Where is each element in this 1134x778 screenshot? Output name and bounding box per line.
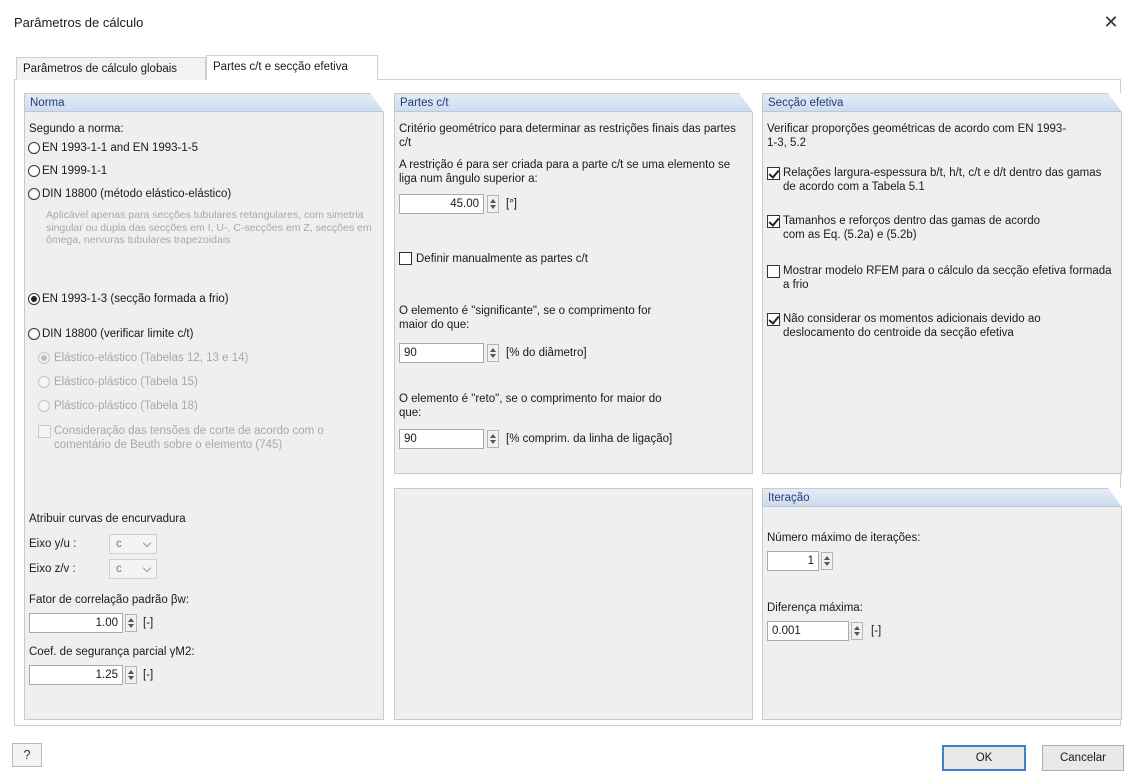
buckling-curves-title: Atribuir curvas de encurvadura bbox=[29, 513, 186, 525]
angle-unit: [°] bbox=[506, 198, 517, 210]
angle-spinner: 45.00 bbox=[399, 194, 501, 214]
checkbox-beuth-shear[interactable] bbox=[38, 425, 51, 438]
radio-din18800-ct-label: DIN 18800 (verificar limite c/t) bbox=[42, 328, 194, 340]
effective-section-header: Secção efetiva bbox=[763, 94, 1121, 112]
checkbox-manual-ct[interactable] bbox=[399, 252, 412, 265]
checkbox-manual-ct-label: Definir manualmente as partes c/t bbox=[416, 253, 588, 265]
angle-input[interactable]: 45.00 bbox=[399, 194, 484, 214]
chevron-down-icon bbox=[142, 538, 152, 548]
title-bar bbox=[0, 0, 1134, 44]
checkbox-show-rfem-model-label: Mostrar modelo RFEM para o cálculo da se… bbox=[783, 265, 1112, 291]
empty-panel bbox=[394, 488, 753, 720]
max-difference-label: Diferença máxima: bbox=[767, 602, 863, 614]
safety-coef-input[interactable]: 1.25 bbox=[29, 665, 123, 685]
safety-coef-label: Coef. de segurança parcial γM2: bbox=[29, 646, 195, 658]
significant-label: O elemento é "significante", se o compri… bbox=[399, 305, 652, 331]
axis-yu-label: Eixo y/u : bbox=[29, 538, 77, 550]
spinner-arrows-icon[interactable] bbox=[821, 552, 833, 570]
max-difference-unit: [-] bbox=[871, 625, 882, 637]
correlation-factor-unit: [-] bbox=[143, 617, 154, 629]
iteration-group: Iteração Número máximo de iterações: 1 D… bbox=[762, 488, 1122, 720]
checkbox-additional-moments-label: Não considerar os momentos adicionais de… bbox=[783, 313, 1041, 339]
effective-section-intro: Verificar proporções geométricas de acor… bbox=[767, 123, 1067, 149]
norma-group: Norma Segundo a norma: EN 1993-1-1 and E… bbox=[24, 93, 384, 720]
window-title: Parâmetros de cálculo bbox=[14, 15, 144, 30]
radio-elastic-plastic[interactable] bbox=[38, 376, 50, 388]
significant-input[interactable]: 90 bbox=[399, 343, 484, 363]
safety-coef-spinner: 1.25 bbox=[29, 665, 139, 685]
checkbox-width-thickness[interactable] bbox=[767, 167, 780, 180]
close-icon[interactable]: ✕ bbox=[1098, 10, 1124, 34]
spinner-arrows-icon[interactable] bbox=[487, 430, 499, 448]
radio-elastic-elastic-label: Elástico-elástico (Tabelas 12, 13 e 14) bbox=[54, 352, 249, 364]
spinner-arrows-icon[interactable] bbox=[851, 622, 863, 640]
checkbox-sizes-stiffeners[interactable] bbox=[767, 215, 780, 228]
radio-en1993-1-1-label: EN 1993-1-1 and EN 1993-1-5 bbox=[42, 142, 198, 154]
straight-unit: [% comprim. da linha de ligação] bbox=[506, 433, 673, 445]
tab-global-parameters[interactable]: Parâmetros de cálculo globais bbox=[16, 57, 206, 81]
spinner-arrows-icon[interactable] bbox=[125, 614, 137, 632]
radio-din18800-elastic[interactable] bbox=[28, 188, 40, 200]
radio-plastic-plastic[interactable] bbox=[38, 400, 50, 412]
straight-input[interactable]: 90 bbox=[399, 429, 484, 449]
radio-en1993-1-1[interactable] bbox=[28, 142, 40, 154]
radio-en1999-1-1-label: EN 1999-1-1 bbox=[42, 165, 108, 177]
help-button[interactable]: ? bbox=[12, 743, 42, 767]
restriction-label: A restrição é para ser criada para a par… bbox=[399, 159, 731, 185]
checkbox-width-thickness-label: Relações largura-espessura b/t, h/t, c/t… bbox=[783, 167, 1102, 193]
max-iterations-spinner: 1 bbox=[767, 551, 835, 571]
norma-intro: Segundo a norma: bbox=[29, 123, 124, 135]
radio-en1993-1-3-label: EN 1993-1-3 (secção formada a frio) bbox=[42, 293, 229, 305]
ct-parts-group: Partes c/t Critério geométrico para dete… bbox=[394, 93, 753, 474]
tab-ct-parts-effective-section[interactable]: Partes c/t e secção efetiva bbox=[206, 55, 378, 81]
checkbox-show-rfem-model[interactable] bbox=[767, 265, 780, 278]
spinner-arrows-icon[interactable] bbox=[487, 344, 499, 362]
radio-en1993-1-3[interactable] bbox=[28, 293, 40, 305]
correlation-factor-label: Fator de correlação padrão βw: bbox=[29, 594, 190, 606]
correlation-factor-input[interactable]: 1.00 bbox=[29, 613, 123, 633]
radio-elastic-elastic[interactable] bbox=[38, 352, 50, 364]
max-iterations-label: Número máximo de iterações: bbox=[767, 532, 921, 544]
axis-yu-value: c bbox=[116, 538, 122, 550]
straight-spinner: 90 bbox=[399, 429, 501, 449]
ct-parts-header: Partes c/t bbox=[395, 94, 752, 112]
din-applicability-note: Aplicável apenas para secções tubulares … bbox=[46, 209, 372, 246]
axis-zv-select[interactable]: c bbox=[109, 559, 157, 579]
axis-zv-label: Eixo z/v : bbox=[29, 563, 76, 575]
chevron-down-icon bbox=[142, 563, 152, 573]
axis-zv-value: c bbox=[116, 563, 122, 575]
iteration-header: Iteração bbox=[763, 489, 1121, 507]
checkbox-sizes-stiffeners-label: Tamanhos e reforços dentro das gamas de … bbox=[783, 215, 1040, 241]
effective-section-group: Secção efetiva Verificar proporções geom… bbox=[762, 93, 1122, 474]
checkbox-beuth-shear-label: Consideração das tensões de corte de aco… bbox=[54, 425, 324, 451]
radio-din18800-elastic-label: DIN 18800 (método elástico-elástico) bbox=[42, 188, 232, 200]
cancel-button[interactable]: Cancelar bbox=[1042, 745, 1124, 771]
spinner-arrows-icon[interactable] bbox=[125, 666, 137, 684]
radio-plastic-plastic-label: Plástico-plástico (Tabela 18) bbox=[54, 400, 198, 412]
radio-elastic-plastic-label: Elástico-plástico (Tabela 15) bbox=[54, 376, 198, 388]
axis-yu-select[interactable]: c bbox=[109, 534, 157, 554]
significant-unit: [% do diâmetro] bbox=[506, 347, 587, 359]
radio-en1999-1-1[interactable] bbox=[28, 165, 40, 177]
help-icon: ? bbox=[23, 747, 31, 762]
max-iterations-input[interactable]: 1 bbox=[767, 551, 819, 571]
ct-criterion-text: Critério geométrico para determinar as r… bbox=[399, 123, 736, 149]
safety-coef-unit: [-] bbox=[143, 669, 154, 681]
max-difference-spinner: 0.001 bbox=[767, 621, 865, 641]
checkbox-additional-moments[interactable] bbox=[767, 313, 780, 326]
max-difference-input[interactable]: 0.001 bbox=[767, 621, 849, 641]
radio-din18800-ct[interactable] bbox=[28, 328, 40, 340]
correlation-factor-spinner: 1.00 bbox=[29, 613, 139, 633]
norma-header: Norma bbox=[25, 94, 383, 112]
significant-spinner: 90 bbox=[399, 343, 501, 363]
ok-button[interactable]: OK bbox=[942, 745, 1026, 771]
straight-label: O elemento é "reto", se o comprimento fo… bbox=[399, 393, 662, 419]
spinner-arrows-icon[interactable] bbox=[487, 195, 499, 213]
